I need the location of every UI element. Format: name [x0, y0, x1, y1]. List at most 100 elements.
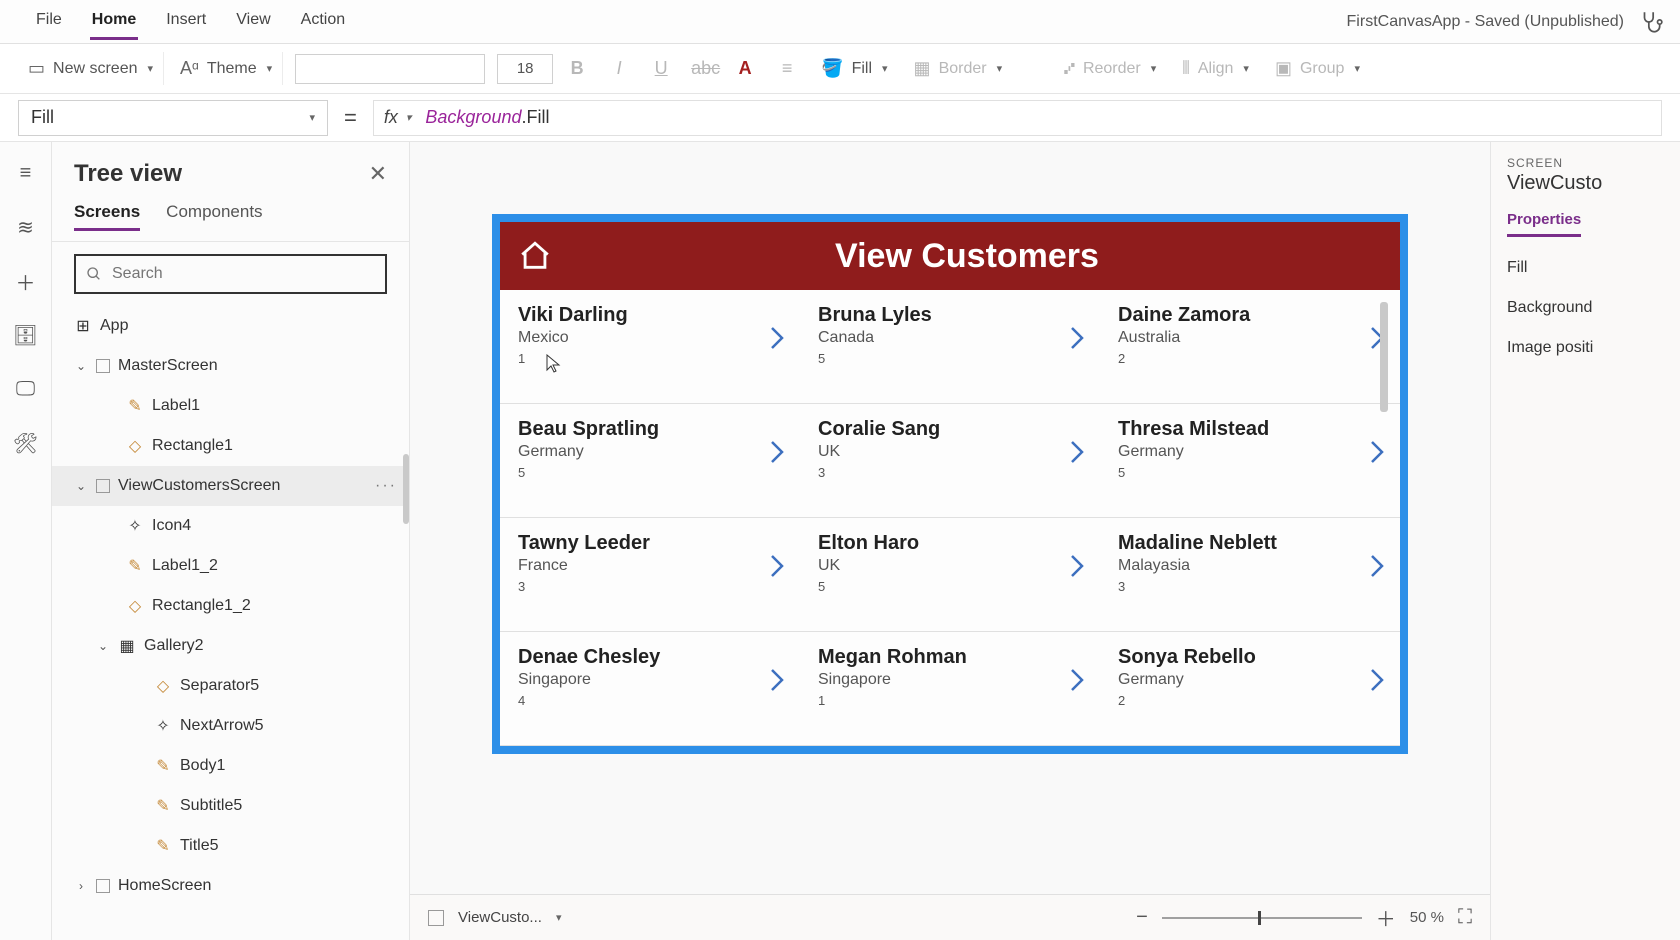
- tree-masterscreen[interactable]: ⌄MasterScreen: [52, 346, 409, 386]
- tree-rectangle12[interactable]: ◇Rectangle1_2: [52, 586, 409, 626]
- new-screen-button[interactable]: ▭ New screen ▾: [18, 52, 164, 85]
- tree-rectangle1[interactable]: ◇Rectangle1: [52, 426, 409, 466]
- gallery-cell[interactable]: Coralie SangUK3: [800, 404, 1100, 518]
- bold-button[interactable]: B: [559, 54, 595, 83]
- label-icon: ✎: [154, 757, 172, 775]
- tree-viewcustomers[interactable]: ⌄ViewCustomersScreen···: [52, 466, 409, 506]
- add-icon[interactable]: ＋: [11, 266, 41, 296]
- canvas-area[interactable]: View Customers Viki DarlingMexico1Bruna …: [410, 142, 1490, 894]
- font-color-button[interactable]: A: [727, 54, 763, 83]
- reorder-label: Reorder: [1083, 60, 1141, 78]
- reorder-button[interactable]: ⑇ Reorder ▾: [1054, 52, 1166, 85]
- chevron-down-icon: ⌄: [96, 639, 110, 653]
- align-button[interactable]: ⫴ Align ▾: [1172, 52, 1259, 85]
- prop-background[interactable]: Background: [1507, 299, 1680, 317]
- strike-button[interactable]: abc: [685, 54, 721, 83]
- tree-nextarrow5[interactable]: ✧NextArrow5: [52, 706, 409, 746]
- customer-name: Madaline Neblett: [1118, 532, 1382, 555]
- tree-homescreen[interactable]: ›HomeScreen: [52, 866, 409, 906]
- gallery-cell[interactable]: Viki DarlingMexico1: [500, 290, 800, 404]
- tree-view-icon[interactable]: ≋: [11, 212, 41, 242]
- italic-button[interactable]: I: [601, 54, 637, 83]
- customer-number: 1: [818, 693, 1082, 708]
- menu-home[interactable]: Home: [90, 3, 138, 40]
- media-icon[interactable]: 🖵: [11, 374, 41, 404]
- border-label: Border: [939, 60, 987, 78]
- tree-icon4[interactable]: ✧Icon4: [52, 506, 409, 546]
- chevron-down-icon: ▾: [148, 62, 154, 75]
- gallery-cell[interactable]: Madaline NeblettMalayasia3: [1100, 518, 1400, 632]
- text-align-button[interactable]: ≡: [769, 54, 805, 83]
- hamburger-icon[interactable]: ≡: [11, 158, 41, 188]
- tab-screens[interactable]: Screens: [74, 196, 140, 231]
- zoom-slider[interactable]: [1162, 917, 1362, 919]
- chevron-right-icon[interactable]: [768, 552, 786, 580]
- zoom-in-button[interactable]: ＋: [1376, 903, 1396, 932]
- formula-input[interactable]: fx▾ Background.Fill: [373, 100, 1662, 136]
- menu-insert[interactable]: Insert: [164, 3, 208, 40]
- chevron-right-icon[interactable]: [768, 666, 786, 694]
- tree-label1[interactable]: ✎Label1: [52, 386, 409, 426]
- zoom-percent: 50 %: [1410, 909, 1444, 926]
- menu-file[interactable]: File: [34, 3, 64, 40]
- tree-label12[interactable]: ✎Label1_2: [52, 546, 409, 586]
- font-family-select[interactable]: [295, 54, 485, 84]
- tree-subtitle5[interactable]: ✎Subtitle5: [52, 786, 409, 826]
- tree-scrollbar[interactable]: [403, 454, 409, 524]
- status-selected[interactable]: ViewCusto... ▾: [458, 909, 561, 926]
- selected-screen[interactable]: View Customers Viki DarlingMexico1Bruna …: [492, 214, 1408, 754]
- search-icon: [86, 266, 102, 282]
- chevron-right-icon[interactable]: [1068, 324, 1086, 352]
- prop-image-position[interactable]: Image positi: [1507, 339, 1680, 357]
- tree-separator5[interactable]: ◇Separator5: [52, 666, 409, 706]
- gallery-cell[interactable]: Thresa MilsteadGermany5: [1100, 404, 1400, 518]
- chevron-right-icon[interactable]: [1368, 666, 1386, 694]
- gallery-cell[interactable]: Megan RohmanSingapore1: [800, 632, 1100, 746]
- chevron-right-icon[interactable]: [1068, 666, 1086, 694]
- tree-gallery2[interactable]: ⌄▦Gallery2: [52, 626, 409, 666]
- gallery-scrollbar[interactable]: [1380, 302, 1388, 412]
- gallery[interactable]: Viki DarlingMexico1Bruna LylesCanada5Dai…: [500, 290, 1400, 746]
- home-icon[interactable]: [518, 239, 552, 273]
- group-button[interactable]: ▣ Group ▾: [1265, 52, 1370, 85]
- font-size-input[interactable]: [497, 54, 553, 84]
- more-icon[interactable]: ···: [375, 477, 397, 495]
- tab-components[interactable]: Components: [166, 196, 262, 231]
- arrow-icon: ✧: [154, 717, 172, 735]
- gallery-cell[interactable]: Beau SpratlingGermany5: [500, 404, 800, 518]
- status-checkbox[interactable]: [428, 910, 444, 926]
- tab-properties[interactable]: Properties: [1507, 211, 1581, 237]
- border-button[interactable]: ▦ Border ▾: [904, 52, 1013, 85]
- app-checker-icon[interactable]: [1638, 9, 1664, 35]
- tools-icon[interactable]: 🛠: [11, 428, 41, 458]
- data-icon[interactable]: 🗄: [11, 320, 41, 350]
- prop-fill[interactable]: Fill: [1507, 259, 1680, 277]
- chevron-right-icon[interactable]: [1368, 438, 1386, 466]
- gallery-cell[interactable]: Daine ZamoraAustralia2: [1100, 290, 1400, 404]
- fullscreen-icon[interactable]: ⛶: [1458, 906, 1472, 929]
- search-input[interactable]: [74, 254, 387, 294]
- fill-button[interactable]: 🪣 Fill ▾: [811, 52, 897, 85]
- menu-view[interactable]: View: [234, 3, 272, 40]
- underline-button[interactable]: U: [643, 54, 679, 83]
- gallery-cell[interactable]: Bruna LylesCanada5: [800, 290, 1100, 404]
- theme-button[interactable]: Aᵅ Theme ▾: [170, 52, 283, 85]
- tree-body1[interactable]: ✎Body1: [52, 746, 409, 786]
- gallery-cell[interactable]: Elton HaroUK5: [800, 518, 1100, 632]
- chevron-right-icon[interactable]: [1068, 438, 1086, 466]
- chevron-right-icon[interactable]: [1068, 552, 1086, 580]
- chevron-down-icon: ▾: [267, 62, 273, 75]
- chevron-right-icon[interactable]: [768, 324, 786, 352]
- gallery-cell[interactable]: Tawny LeederFrance3: [500, 518, 800, 632]
- zoom-out-button[interactable]: −: [1136, 906, 1148, 929]
- chevron-right-icon[interactable]: [1368, 552, 1386, 580]
- chevron-right-icon[interactable]: [768, 438, 786, 466]
- menu-action[interactable]: Action: [299, 3, 347, 40]
- property-select[interactable]: Fill ▾: [18, 100, 328, 136]
- rectangle-icon: ◇: [126, 597, 144, 615]
- tree-app[interactable]: ⊞App: [52, 306, 409, 346]
- gallery-cell[interactable]: Sonya RebelloGermany2: [1100, 632, 1400, 746]
- close-icon[interactable]: ✕: [369, 161, 387, 187]
- tree-title5[interactable]: ✎Title5: [52, 826, 409, 866]
- gallery-cell[interactable]: Denae ChesleySingapore4: [500, 632, 800, 746]
